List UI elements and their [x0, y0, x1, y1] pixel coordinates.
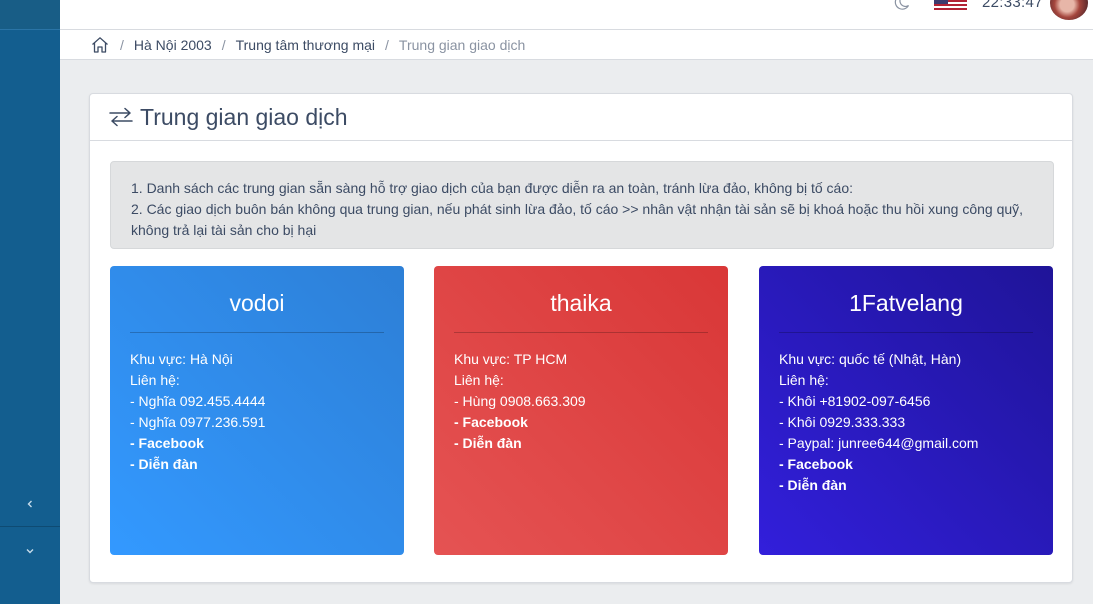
- page-title: Trung gian giao dịch: [140, 103, 348, 130]
- divider: [779, 332, 1033, 333]
- contact-phone: - Khôi +81902-097-6456: [779, 393, 931, 409]
- notice-line-2: 2. Các giao dịch buôn bán không qua trun…: [131, 201, 1024, 238]
- contact-paypal: - Paypal: junree644@gmail.com: [779, 435, 979, 451]
- middleman-card-thaika: thaika Khu vực: TP HCM Liên hệ: - Hùng 0…: [434, 266, 728, 555]
- middleman-name: thaika: [550, 290, 612, 316]
- breadcrumb: / Hà Nội 2003 / Trung tâm thương mại / T…: [60, 30, 1093, 60]
- facebook-link[interactable]: - Facebook: [454, 412, 708, 433]
- contact-label: Liên hệ:: [779, 372, 829, 388]
- breadcrumb-separator: /: [120, 36, 124, 53]
- divider: [130, 332, 384, 333]
- facebook-link[interactable]: - Facebook: [130, 433, 384, 454]
- contact-label: Liên hệ:: [130, 372, 180, 388]
- contact-phone: - Khôi 0929.333.333: [779, 414, 906, 430]
- sidebar: [0, 0, 60, 604]
- forum-link[interactable]: - Diễn đàn: [130, 454, 384, 475]
- facebook-link[interactable]: - Facebook: [779, 454, 1033, 475]
- middleman-card-1fatvelang: 1Fatvelang Khu vực: quốc tế (Nhật, Hàn) …: [759, 266, 1053, 555]
- user-avatar[interactable]: [1050, 0, 1088, 20]
- middleman-name: 1Fatvelang: [849, 290, 963, 316]
- breadcrumb-item-active: Trung gian giao dịch: [398, 36, 526, 53]
- contact-phone: - Nghĩa 092.455.4444: [130, 393, 266, 409]
- contact-phone: - Hùng 0908.663.309: [454, 393, 586, 409]
- home-icon[interactable]: [90, 35, 110, 55]
- card-header: Trung gian giao dịch: [90, 94, 1072, 141]
- middleman-area: Khu vực: Hà Nội: [130, 351, 233, 367]
- notice-line-1: 1. Danh sách các trung gian sẵn sàng hỗ …: [131, 180, 854, 196]
- middleman-area: Khu vực: quốc tế (Nhật, Hàn): [779, 351, 962, 367]
- forum-link[interactable]: - Diễn đàn: [779, 475, 1033, 496]
- sidebar-expand-button[interactable]: [0, 537, 60, 565]
- contact-label: Liên hệ:: [454, 372, 504, 388]
- clock: 22:33:47: [982, 0, 1043, 11]
- contact-phone: - Nghĩa 0977.236.591: [130, 414, 266, 430]
- breadcrumb-separator: /: [385, 36, 389, 53]
- sidebar-minimize-button[interactable]: [0, 490, 60, 518]
- middleman-area: Khu vực: TP HCM: [454, 351, 568, 367]
- notice-box: 1. Danh sách các trung gian sẵn sàng hỗ …: [110, 161, 1054, 249]
- middleman-card-vodoi: vodoi Khu vực: Hà Nội Liên hệ: - Nghĩa 0…: [110, 266, 404, 555]
- divider: [454, 332, 708, 333]
- chevron-left-icon: [27, 500, 32, 508]
- middleman-name: vodoi: [229, 290, 285, 316]
- chevron-down-icon: [26, 549, 34, 554]
- top-header: 22:33:47: [60, 0, 1093, 30]
- middleman-card: Trung gian giao dịch 1. Danh sách các tr…: [89, 93, 1073, 583]
- breadcrumb-separator: /: [221, 36, 226, 53]
- sidebar-brand[interactable]: [0, 0, 60, 30]
- breadcrumb-item-trade-center[interactable]: Trung tâm thương mại: [236, 37, 375, 53]
- us-flag-icon[interactable]: [934, 0, 967, 10]
- swap-arrows-icon: [108, 106, 134, 128]
- moon-icon[interactable]: [892, 0, 912, 12]
- sidebar-divider: [0, 526, 60, 527]
- breadcrumb-item-hanoi[interactable]: Hà Nội 2003: [134, 37, 212, 53]
- forum-link[interactable]: - Diễn đàn: [454, 433, 708, 454]
